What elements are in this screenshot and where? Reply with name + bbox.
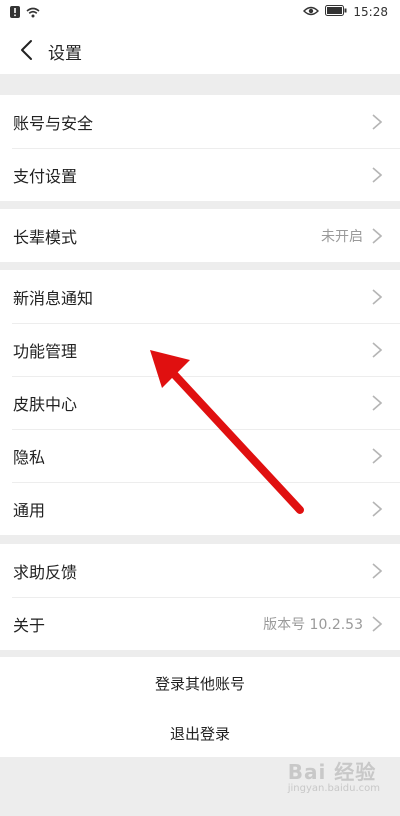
logout-section: 退出登录 [0,709,400,757]
status-time: 15:28 [353,5,388,19]
settings-item-label: 长辈模式 [13,227,78,247]
settings-item-help-feedback[interactable]: 求助反馈 [0,544,400,597]
settings-item-privacy[interactable]: 隐私 [0,429,400,482]
logout-label: 退出登录 [169,724,230,743]
chevron-right-icon [372,228,383,244]
settings-item-label: 支付设置 [13,166,78,186]
settings-item-value: 未开启 [321,228,363,245]
wifi-icon [26,7,40,21]
eye-icon [303,5,320,19]
settings-item-general[interactable]: 通用 [0,482,400,535]
chevron-right-icon [372,395,383,411]
chevron-right-icon [372,114,383,130]
page-title: 设置 [48,44,82,64]
settings-group-elder-mode: 长辈模式 未开启 [0,209,400,262]
settings-item-label: 功能管理 [13,341,78,361]
chevron-right-icon [372,616,383,632]
chevron-right-icon [372,167,383,183]
settings-item-account-security[interactable]: 账号与安全 [0,95,400,148]
settings-item-skin-center[interactable]: 皮肤中心 [0,376,400,429]
battery-icon [325,5,347,19]
alert-icon [10,6,20,21]
settings-item-about[interactable]: 关于 版本号 10.2.53 [0,597,400,650]
watermark-url: jingyan.baidu.com [287,783,380,794]
watermark: Bai 经验 jingyan.baidu.com [288,756,380,794]
chevron-right-icon [372,342,383,358]
settings-item-label: 隐私 [13,447,46,467]
watermark-logo: Bai 经验 [287,760,377,784]
status-bar: 15:28 [0,0,400,26]
back-arrow-icon [21,40,32,60]
settings-group-help: 求助反馈 关于 版本号 10.2.53 [0,544,400,650]
settings-item-feature-management[interactable]: 功能管理 [0,323,400,376]
version-value: 版本号 10.2.53 [263,616,363,633]
settings-item-payment[interactable]: 支付设置 [0,148,400,201]
settings-item-label: 求助反馈 [13,562,78,582]
back-button[interactable] [12,36,40,64]
switch-account-button[interactable]: 登录其他账号 [0,657,400,710]
switch-account-label: 登录其他账号 [154,675,245,693]
settings-group-account: 账号与安全 支付设置 [0,95,400,201]
settings-group-general: 新消息通知 功能管理 皮肤中心 隐私 通用 [0,270,400,535]
chevron-right-icon [372,501,383,517]
settings-item-label: 账号与安全 [13,113,94,133]
settings-item-notifications[interactable]: 新消息通知 [0,270,400,323]
chevron-right-icon [372,563,383,579]
settings-item-label: 新消息通知 [13,288,94,308]
settings-item-label: 皮肤中心 [13,394,78,414]
chevron-right-icon [372,448,383,464]
chevron-right-icon [372,289,383,305]
settings-item-label: 关于 [13,615,46,635]
settings-item-label: 通用 [13,500,46,520]
logout-button[interactable]: 退出登录 [0,709,400,757]
settings-item-elder-mode[interactable]: 长辈模式 未开启 [0,209,400,262]
header-bar: 设置 [0,26,400,74]
switch-account-section: 登录其他账号 [0,657,400,710]
